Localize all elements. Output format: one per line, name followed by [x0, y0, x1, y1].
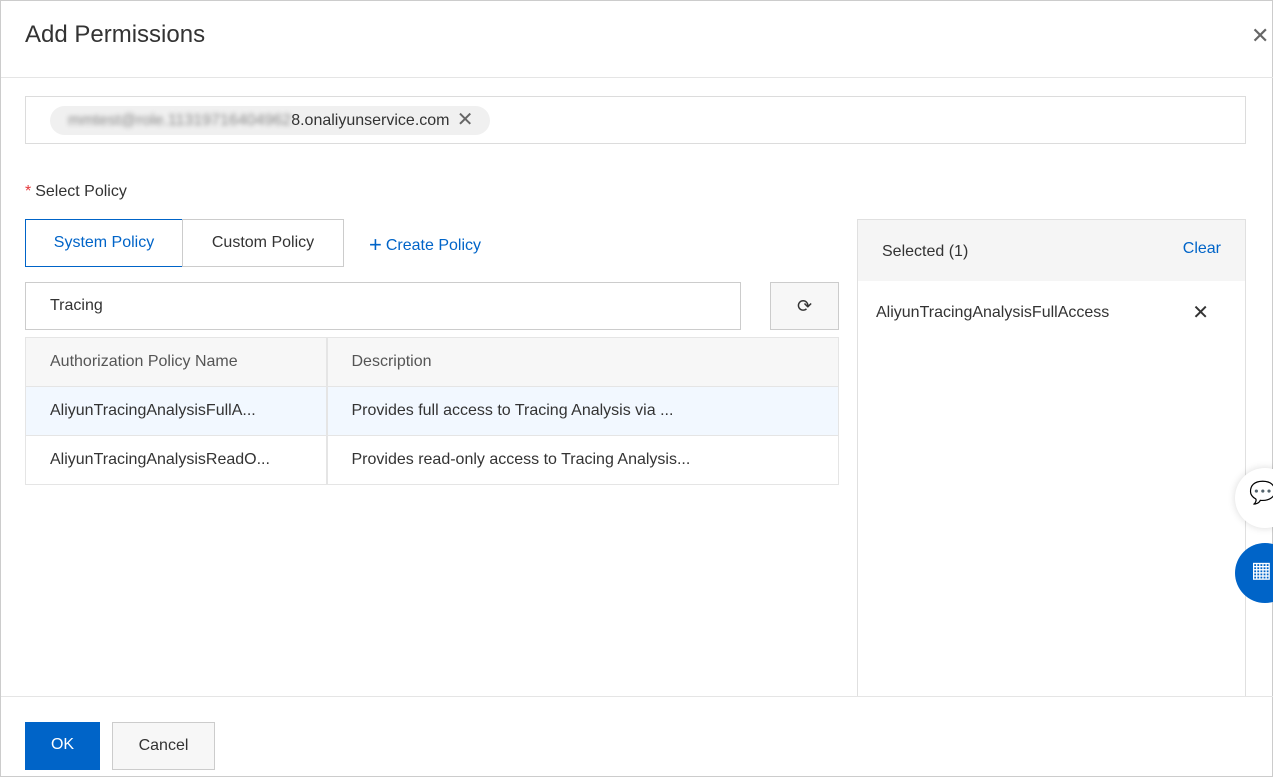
column-header-name: Authorization Policy Name	[25, 337, 328, 387]
policy-name: AliyunTracingAnalysisReadO...	[25, 435, 328, 485]
table-row[interactable]: AliyunTracingAnalysisReadO... Provides r…	[25, 435, 839, 485]
policy-table: Authorization Policy Name Description Al…	[25, 337, 839, 485]
tab-system-policy[interactable]: System Policy	[25, 219, 183, 267]
tab-custom-policy[interactable]: Custom Policy	[182, 219, 344, 267]
ok-button[interactable]: OK	[25, 722, 100, 770]
close-icon[interactable]: ✕	[1251, 23, 1269, 49]
principal-suffix: 8.onaliyunservice.com	[291, 112, 450, 129]
refresh-icon: ⟳	[796, 296, 813, 316]
dialog-footer: OK Cancel	[1, 696, 1273, 778]
table-row[interactable]: AliyunTracingAnalysisFullA... Provides f…	[25, 386, 839, 436]
policy-description: Provides read-only access to Tracing Ana…	[326, 435, 839, 485]
selected-panel: Selected (1) Clear AliyunTracingAnalysis…	[857, 219, 1246, 697]
column-header-description: Description	[326, 337, 839, 387]
refresh-button[interactable]: ⟳	[770, 282, 839, 330]
principal-tag: mmtest@role.113197164049628.onaliyunserv…	[50, 106, 490, 135]
select-policy-label: * Select Policy	[25, 183, 127, 200]
principal-field[interactable]: mmtest@role.113197164049628.onaliyunserv…	[25, 96, 1246, 144]
dialog-title: Add Permissions	[25, 21, 206, 48]
plus-icon: +	[369, 232, 382, 257]
dialog-header: Add Permissions ✕	[1, 1, 1273, 78]
cancel-button[interactable]: Cancel	[112, 722, 215, 770]
remove-selected-icon[interactable]: ✕	[1192, 300, 1209, 325]
table-header: Authorization Policy Name Description	[25, 337, 839, 387]
policy-description: Provides full access to Tracing Analysis…	[326, 386, 839, 436]
policy-name: AliyunTracingAnalysisFullA...	[25, 386, 328, 436]
create-policy-link[interactable]: + Create Policy	[369, 232, 481, 258]
remove-tag-icon[interactable]: ✕	[457, 106, 474, 135]
selected-header: Selected (1) Clear	[858, 220, 1245, 281]
clear-link[interactable]: Clear	[1183, 240, 1221, 258]
selected-item: AliyunTracingAnalysisFullAccess	[876, 304, 1110, 321]
selected-title: Selected (1)	[882, 243, 969, 260]
blurred-text: mmtest@role.11319716404962	[68, 112, 292, 129]
policy-search-input[interactable]	[25, 282, 741, 330]
